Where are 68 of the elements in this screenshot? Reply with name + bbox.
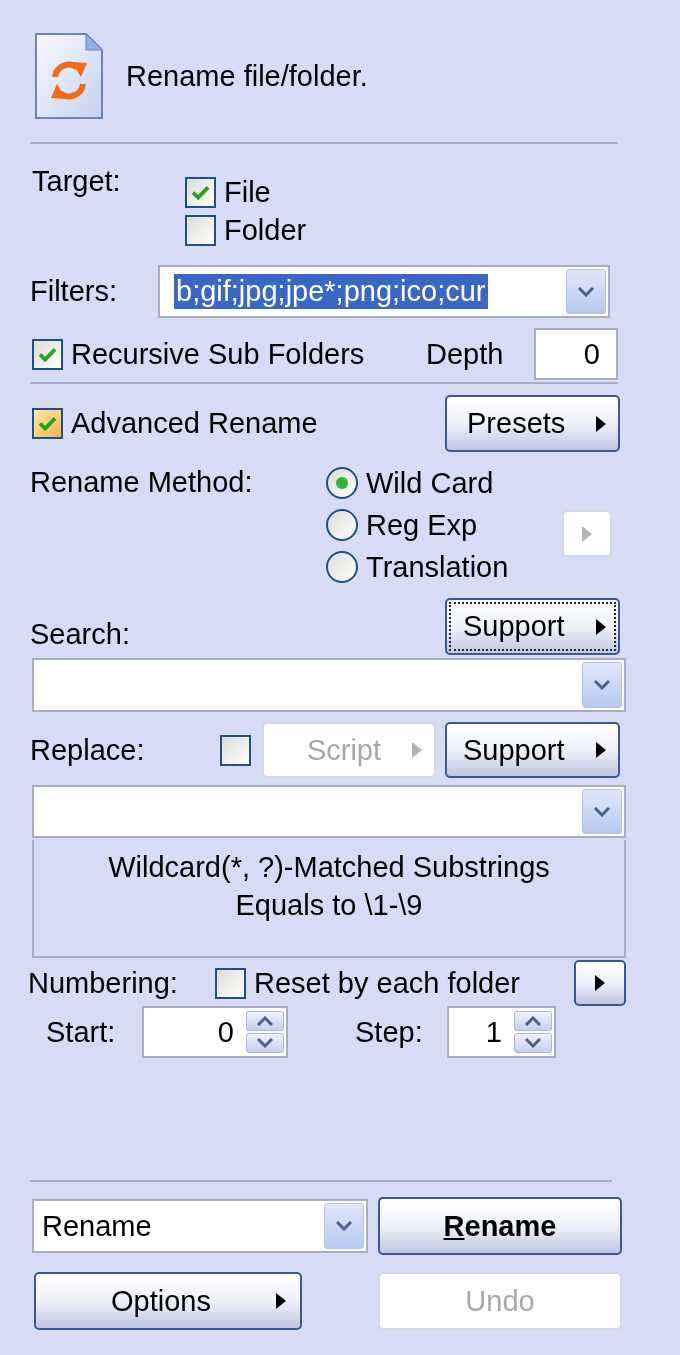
radio-button[interactable]: [326, 551, 358, 583]
checkbox-label: Recursive Sub Folders: [71, 339, 365, 369]
caret-right-icon: [596, 618, 606, 635]
step-field[interactable]: 1: [447, 1006, 556, 1058]
checkmark-icon: [191, 184, 210, 200]
checkbox[interactable]: [185, 176, 216, 208]
hint-text: Wildcard(*, ?)-Matched Substrings: [108, 849, 550, 885]
caret-right-icon: [412, 742, 422, 758]
radio-label: Wild Card: [366, 468, 494, 498]
document-refresh-icon: [34, 32, 104, 120]
presets-button[interactable]: Presets: [445, 395, 620, 452]
dropdown-button[interactable]: [324, 1203, 364, 1249]
checkbox[interactable]: [185, 215, 216, 247]
chevron-up-icon: [257, 1016, 273, 1026]
checkmark-icon: [38, 346, 57, 362]
spin-up-button[interactable]: [246, 1011, 284, 1031]
depth-field[interactable]: 0: [534, 328, 618, 380]
field-label: Target:: [32, 165, 122, 199]
caret-right-icon: [582, 525, 592, 542]
selected-text: b;gif;jpg;jpe*;png;ico;cur: [174, 274, 488, 309]
chevron-down-icon: [594, 680, 610, 690]
spin-down-button[interactable]: [514, 1033, 552, 1053]
checkbox-label: Reset by each folder: [254, 968, 520, 998]
radio-label: Reg Exp: [366, 510, 478, 540]
dropdown-button[interactable]: [582, 662, 622, 708]
caret-right-icon: [595, 975, 605, 991]
radio-button[interactable]: [326, 467, 358, 499]
field-label: Step:: [355, 1017, 424, 1047]
checkbox[interactable]: [220, 734, 251, 766]
checkbox[interactable]: [215, 967, 246, 999]
chevron-down-icon: [336, 1221, 352, 1231]
checkbox-label: File: [224, 177, 271, 207]
hint-text: Equals to \1-\9: [235, 887, 423, 923]
field-label: Numbering:: [28, 968, 179, 998]
options-button[interactable]: Options: [34, 1272, 302, 1330]
field-label: Replace:: [30, 735, 146, 765]
support-button[interactable]: Support: [445, 722, 620, 778]
dropdown-button[interactable]: [582, 789, 622, 834]
spin-up-button[interactable]: [514, 1011, 552, 1031]
chevron-up-icon: [525, 1016, 541, 1026]
panel-title: Rename file/folder.: [126, 61, 368, 91]
chevron-down-icon: [525, 1038, 541, 1048]
checkmark-icon: [38, 416, 57, 431]
spin-down-button[interactable]: [246, 1033, 284, 1053]
chevron-down-icon: [578, 286, 594, 297]
filters-combobox[interactable]: b;gif;jpg;jpe*;png;ico;cur: [158, 265, 610, 318]
field-label: Start:: [46, 1017, 117, 1047]
field-label: Search:: [30, 620, 131, 652]
checkbox-label: Folder: [224, 216, 307, 246]
dropdown-button[interactable]: [566, 269, 606, 314]
chevron-down-icon: [257, 1038, 273, 1048]
field-label: Depth: [426, 339, 505, 369]
caret-right-icon: [596, 742, 606, 758]
caret-right-icon: [596, 415, 606, 432]
chevron-down-icon: [594, 806, 610, 817]
action-combobox[interactable]: Rename: [32, 1199, 368, 1253]
start-field[interactable]: 0: [142, 1006, 288, 1058]
checkbox-label: Advanced Rename: [71, 409, 318, 438]
field-label: Rename Method:: [30, 465, 254, 500]
checkbox[interactable]: [32, 338, 63, 370]
caret-right-icon: [276, 1293, 286, 1309]
more-button[interactable]: [574, 960, 626, 1006]
radio-button[interactable]: [326, 509, 358, 541]
rename-button[interactable]: Rename: [378, 1197, 622, 1255]
support-button[interactable]: Support: [445, 598, 620, 655]
checkbox[interactable]: [32, 408, 63, 439]
field-label: Filters:: [30, 277, 118, 306]
radio-label: Translation: [366, 552, 509, 582]
